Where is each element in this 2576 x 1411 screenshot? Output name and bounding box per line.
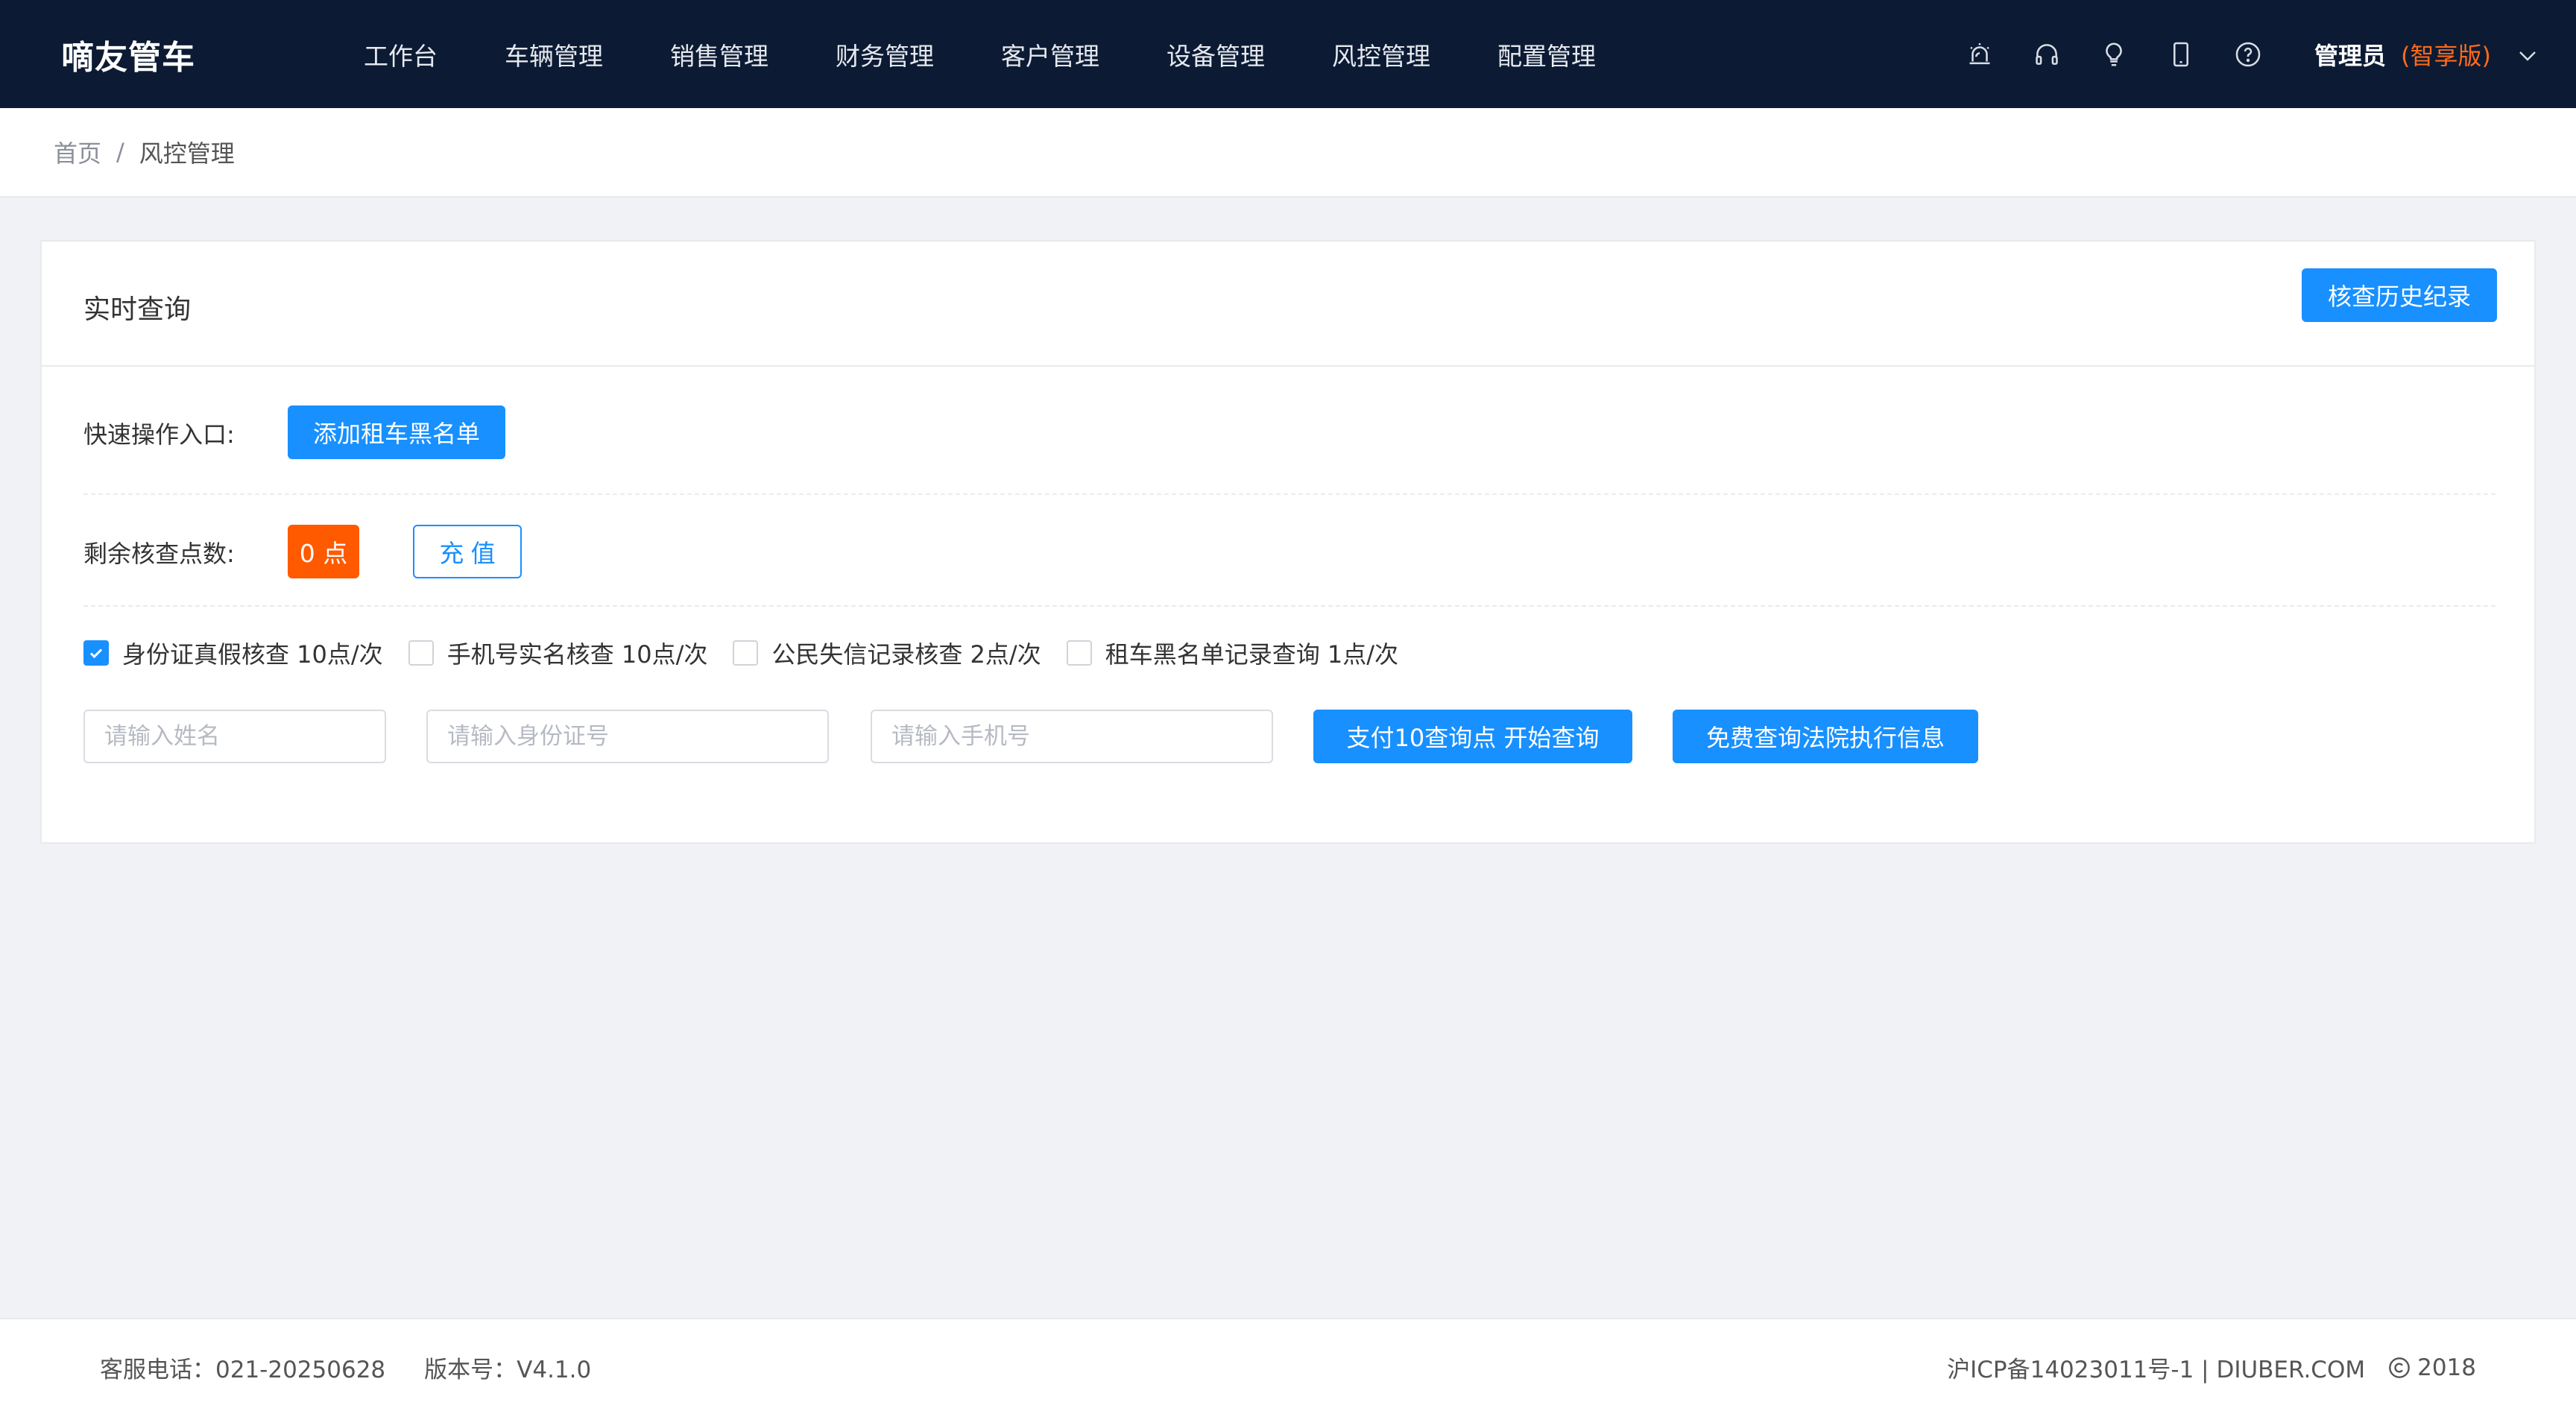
breadcrumb-separator: / bbox=[116, 138, 124, 166]
recharge-button[interactable]: 充 值 bbox=[413, 525, 522, 578]
help-icon[interactable] bbox=[2231, 37, 2265, 72]
realtime-query-card: 实时查询 核查历史纪录 快速操作入口: 添加租车黑名单 剩余核查点数: 0 点 … bbox=[40, 240, 2536, 844]
footer: 客服电话：021-20250628 版本号：V4.1.0 沪ICP备140230… bbox=[0, 1318, 2576, 1411]
user-menu[interactable]: 管理员 (智享版) bbox=[2314, 37, 2537, 72]
card-title: 实时查询 bbox=[83, 294, 192, 325]
nav-item-vehicles[interactable]: 车辆管理 bbox=[505, 37, 603, 72]
version-number: 版本号：V4.1.0 bbox=[424, 1357, 592, 1383]
pay-and-query-button[interactable]: 支付10查询点 开始查询 bbox=[1313, 710, 1632, 763]
check-phone-verify[interactable]: 手机号实名核查 10点/次 bbox=[408, 636, 708, 670]
main-nav: 工作台 车辆管理 销售管理 财务管理 客户管理 设备管理 风控管理 配置管理 bbox=[364, 0, 1663, 108]
mobile-icon[interactable] bbox=[2164, 37, 2198, 72]
nav-item-customers[interactable]: 客户管理 bbox=[1001, 37, 1099, 72]
nav-item-config[interactable]: 配置管理 bbox=[1497, 37, 1596, 72]
divider bbox=[83, 493, 2496, 495]
check-blacklist-query[interactable]: 租车黑名单记录查询 1点/次 bbox=[1066, 636, 1399, 670]
court-info-button[interactable]: 免费查询法院执行信息 bbox=[1673, 710, 1978, 763]
footer-right: 沪ICP备14023011号-1 | DIUBER.COM 2018 bbox=[1947, 1351, 2476, 1384]
points-badge: 0 点 bbox=[288, 525, 359, 578]
footer-left: 客服电话：021-20250628 版本号：V4.1.0 bbox=[100, 1351, 591, 1384]
checkbox[interactable] bbox=[1066, 640, 1092, 666]
header-tools: 管理员 (智享版) bbox=[1963, 0, 2576, 108]
add-blacklist-button[interactable]: 添加租车黑名单 bbox=[288, 405, 505, 459]
divider bbox=[83, 605, 2496, 607]
check-id-verify[interactable]: 身份证真假核查 10点/次 bbox=[83, 636, 383, 670]
check-label: 手机号实名核查 10点/次 bbox=[446, 640, 708, 669]
check-options: 身份证真假核查 10点/次 手机号实名核查 10点/次 公民失信记录核查 2点/… bbox=[83, 634, 1424, 672]
lightbulb-icon[interactable] bbox=[2097, 37, 2131, 72]
checkbox[interactable] bbox=[733, 640, 759, 666]
check-label: 公民失信记录核查 2点/次 bbox=[771, 640, 1041, 669]
check-label: 租车黑名单记录查询 1点/次 bbox=[1105, 640, 1399, 669]
name-input[interactable] bbox=[83, 710, 386, 763]
breadcrumb-home[interactable]: 首页 bbox=[54, 135, 101, 169]
chevron-down-icon bbox=[2518, 40, 2537, 69]
nav-item-risk-control[interactable]: 风控管理 bbox=[1332, 37, 1430, 72]
nav-item-finance[interactable]: 财务管理 bbox=[836, 37, 934, 72]
breadcrumb: 首页 / 风控管理 bbox=[0, 108, 2576, 198]
nav-item-devices[interactable]: 设备管理 bbox=[1167, 37, 1265, 72]
points-label: 剩余核查点数: bbox=[83, 540, 235, 568]
app-logo[interactable]: 嘀友管车 bbox=[61, 0, 195, 108]
edition-badge: (智享版) bbox=[2401, 41, 2491, 70]
copyright-year: 2018 bbox=[2417, 1354, 2476, 1381]
check-label: 身份证真假核查 10点/次 bbox=[122, 640, 383, 669]
breadcrumb-current: 风控管理 bbox=[139, 139, 235, 168]
phone-input[interactable] bbox=[871, 710, 1273, 763]
copyright-icon bbox=[2387, 1356, 2411, 1380]
nav-item-workbench[interactable]: 工作台 bbox=[364, 37, 438, 72]
checkbox-checked[interactable] bbox=[83, 640, 109, 666]
top-navbar: 嘀友管车 工作台 车辆管理 销售管理 财务管理 客户管理 设备管理 风控管理 配… bbox=[0, 0, 2576, 108]
checkbox[interactable] bbox=[408, 640, 434, 666]
id-number-input[interactable] bbox=[426, 710, 829, 763]
history-records-button[interactable]: 核查历史纪录 bbox=[2302, 268, 2497, 322]
service-phone: 客服电话：021-20250628 bbox=[100, 1357, 386, 1383]
quick-entry-label: 快速操作入口: bbox=[83, 420, 235, 449]
nav-item-sales[interactable]: 销售管理 bbox=[670, 37, 768, 72]
card-header: 实时查询 核查历史纪录 bbox=[42, 242, 2534, 367]
alarm-icon[interactable] bbox=[1963, 37, 1997, 72]
icp-info: 沪ICP备14023011号-1 | DIUBER.COM bbox=[1947, 1357, 2366, 1383]
user-name: 管理员 bbox=[2314, 41, 2387, 70]
headset-icon[interactable] bbox=[2030, 37, 2064, 72]
check-dishonesty-record[interactable]: 公民失信记录核查 2点/次 bbox=[733, 636, 1041, 670]
